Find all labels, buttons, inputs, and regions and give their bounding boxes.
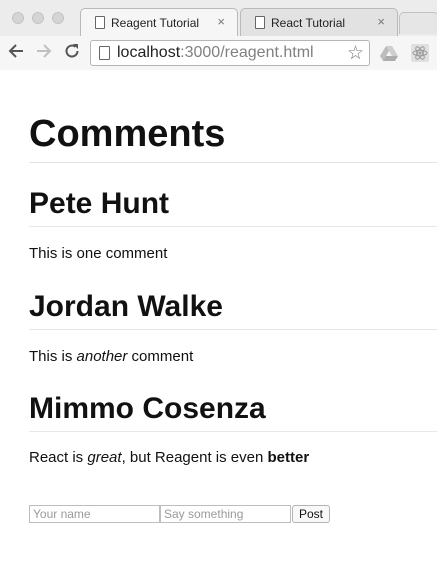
react-devtools-icon[interactable] [411,44,429,62]
comment-text-part: comment [127,348,194,365]
comment-text-input[interactable] [160,505,291,523]
comment: Pete Hunt This is one comment [29,186,437,263]
page-icon [99,46,110,60]
comment: Jordan Walke This is another comment [29,289,437,366]
comment: Mimmo Cosenza React is great, but Reagen… [29,391,437,467]
comment-text: This is another comment [29,348,437,366]
tab-react-tutorial[interactable]: React Tutorial × [240,8,398,36]
page-icon [95,16,105,29]
forward-icon[interactable] [34,42,54,62]
comment-text: This is one comment [29,245,168,262]
post-button[interactable]: Post [292,505,330,523]
comment-text-emphasis: another [76,348,128,365]
tab-strip: Reagent Tutorial × React Tutorial × [0,0,437,36]
page-icon [255,16,265,29]
tab-reagent-tutorial[interactable]: Reagent Tutorial × [80,8,238,36]
comment-form: Post [29,505,349,523]
google-drive-icon[interactable] [380,44,398,62]
page-title: Comments [29,112,437,163]
comment-text: React is great, but Reagent is even bett… [29,449,437,467]
comment-text-part: , but Reagent is even [121,449,268,466]
name-input[interactable] [29,505,160,523]
comment-text-emphasis: great [87,449,122,466]
url-host: localhost [117,44,181,61]
comment-author: Pete Hunt [29,186,437,227]
reload-icon[interactable] [62,42,82,62]
toolbar: localhost:3000/reagent.html ☆ [0,36,437,70]
zoom-window-button[interactable] [52,12,64,24]
close-tab-icon[interactable]: × [217,14,225,29]
comment-text-part: React is [29,449,88,466]
close-window-button[interactable] [12,12,24,24]
tab-title: React Tutorial [271,16,346,30]
comment-author: Jordan Walke [29,289,437,330]
close-tab-icon[interactable]: × [377,14,385,29]
page-content: Comments Pete Hunt This is one comment J… [29,70,437,467]
comment-author: Mimmo Cosenza [29,391,437,432]
url-text[interactable]: localhost:3000/reagent.html [117,44,314,62]
minimize-window-button[interactable] [32,12,44,24]
bookmark-star-icon[interactable]: ☆ [347,42,364,65]
new-tab-button[interactable] [399,12,437,34]
address-bar[interactable]: localhost:3000/reagent.html ☆ [90,40,370,66]
browser-chrome: Reagent Tutorial × React Tutorial × loca… [0,0,437,70]
tab-title: Reagent Tutorial [111,16,200,30]
comment-text-strong: better [267,449,310,466]
comment-text-part: This is [29,348,77,365]
url-path: :3000/reagent.html [180,44,314,61]
back-icon[interactable] [6,42,26,62]
